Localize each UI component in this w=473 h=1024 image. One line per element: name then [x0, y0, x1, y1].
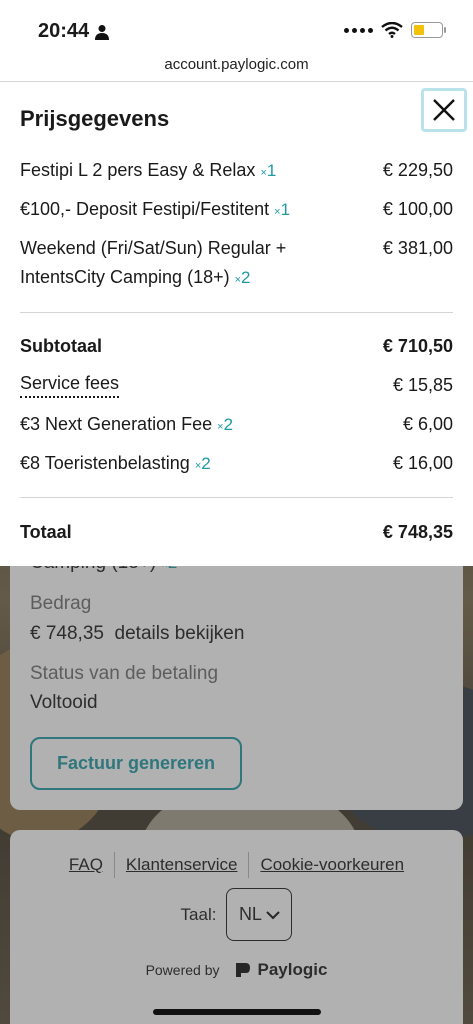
fee-amount: € 15,85 — [392, 375, 453, 395]
line-item-amount: € 381,00 — [382, 238, 453, 258]
battery-icon — [411, 22, 446, 38]
panel-title: Prijsgegevens — [20, 106, 170, 131]
close-button[interactable] — [421, 88, 467, 132]
line-item-qty: ×1 — [274, 200, 291, 219]
line-item-name: €100,- Deposit Festipi/Festitent — [20, 199, 270, 219]
line-item: €100,- Deposit Festipi/Festitent ×1 € 10… — [20, 195, 453, 227]
fee-name: €8 Toeristenbelasting — [20, 453, 190, 473]
close-icon — [433, 99, 455, 121]
total-row: Totaal € 748,35 — [20, 518, 453, 547]
line-item: Festipi L 2 pers Easy & Relax ×1 € 229,5… — [20, 156, 453, 188]
total-label: Totaal — [20, 522, 72, 542]
signal-icon — [344, 27, 373, 33]
subtotal-row: Subtotaal € 710,50 — [20, 332, 453, 361]
subtotal-amount: € 710,50 — [382, 336, 453, 356]
fee-amount: € 16,00 — [392, 453, 453, 473]
subtotal-label: Subtotaal — [20, 336, 103, 356]
wifi-icon — [381, 22, 403, 38]
fee-amount: € 6,00 — [402, 414, 453, 434]
browser-header: 20:44 account.paylogic.com — [0, 0, 473, 82]
service-fees-link[interactable]: Service fees — [20, 371, 120, 398]
line-item-name: Festipi L 2 pers Easy & Relax — [20, 160, 256, 180]
line-item: Weekend (Fri/Sat/Sun) Regular + IntentsC… — [20, 234, 453, 295]
line-item-amount: € 100,00 — [382, 199, 453, 219]
fee-row: €3 Next Generation Fee ×2 € 6,00 — [20, 410, 453, 442]
line-item-amount: € 229,50 — [382, 160, 453, 180]
line-item-qty: ×1 — [260, 161, 277, 180]
status-icons — [344, 22, 446, 38]
price-details-panel — [0, 82, 473, 566]
fee-row: €8 Toeristenbelasting ×2 € 16,00 — [20, 449, 453, 481]
line-item-qty: ×2 — [234, 268, 251, 287]
home-indicator — [153, 1009, 321, 1015]
fee-qty: ×2 — [194, 454, 211, 473]
person-icon — [95, 24, 110, 40]
status-time: 20:44 — [38, 20, 110, 43]
divider — [20, 312, 453, 313]
fee-qty: ×2 — [217, 415, 234, 434]
fee-name: €3 Next Generation Fee — [20, 414, 213, 434]
url-bar[interactable]: account.paylogic.com — [0, 56, 473, 73]
fee-row: Service fees € 15,85 — [20, 371, 453, 400]
total-amount: € 748,35 — [382, 522, 453, 542]
divider — [20, 497, 453, 498]
